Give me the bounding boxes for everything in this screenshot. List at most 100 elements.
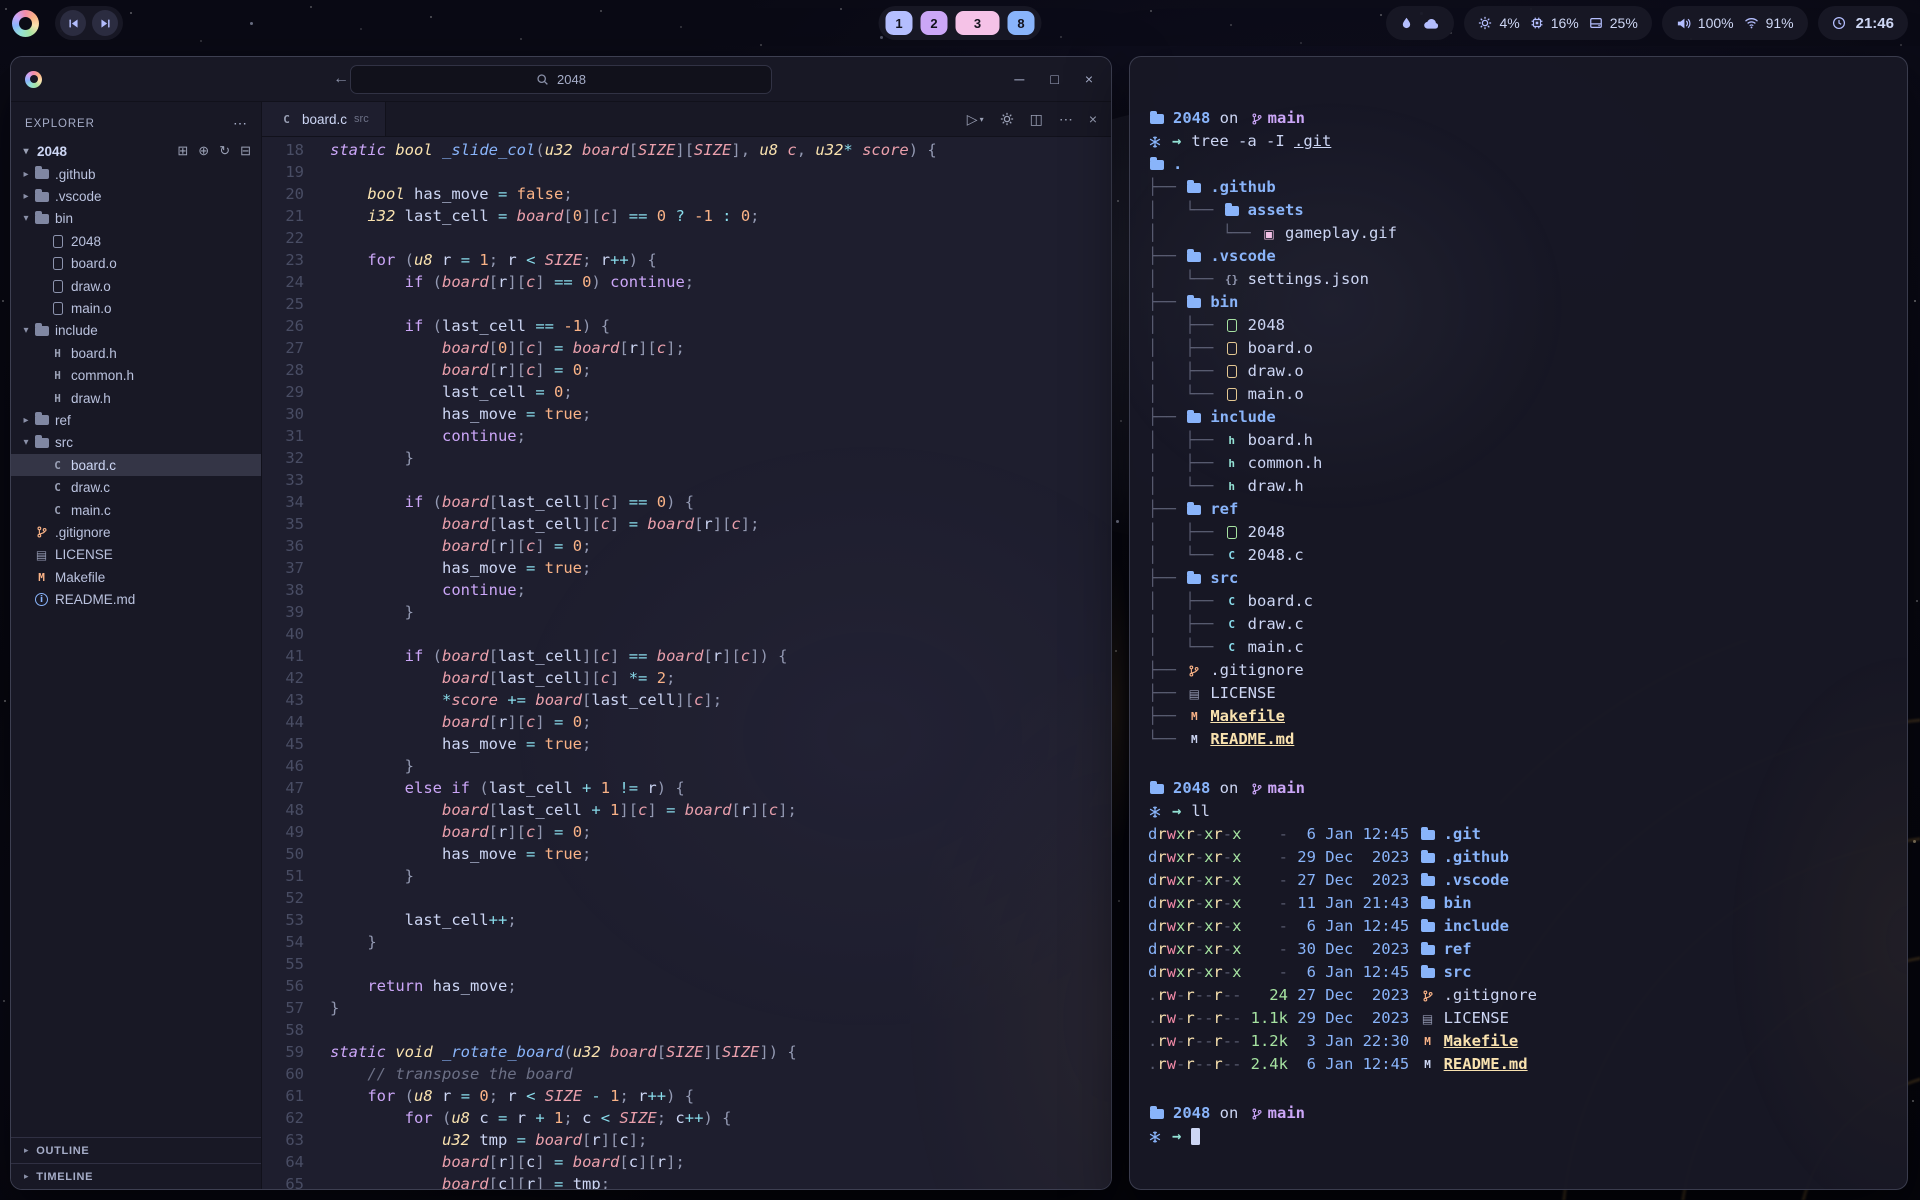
nix-snowflake-icon — [1148, 1130, 1162, 1144]
disk-stat: 25% — [1589, 15, 1638, 31]
run-button[interactable]: ▷▾ — [967, 111, 984, 128]
line-number: 25 — [262, 293, 304, 315]
entry-name: LICENSE — [1210, 682, 1275, 705]
line-number: 40 — [262, 623, 304, 645]
collapse-all-icon[interactable]: ⊟ — [240, 143, 251, 159]
timeline-section[interactable]: ▸ TIMELINE — [11, 1163, 261, 1189]
modified-date: 11 Jan 21:43 — [1297, 892, 1409, 915]
tab-board-c[interactable]: C board.c src — [262, 102, 386, 136]
modified-date: 29 Dec 2023 — [1297, 846, 1409, 869]
settings-gear-icon[interactable] — [1000, 112, 1014, 126]
explorer-item-bin[interactable]: ▾bin — [11, 208, 261, 230]
explorer-item-ref[interactable]: ▸ref — [11, 409, 261, 431]
entry-name: src — [1444, 961, 1472, 984]
tree-row: ├── .github — [1148, 176, 1907, 199]
volume-stat: 100% — [1676, 15, 1734, 31]
command-center-search[interactable]: 2048 — [350, 65, 772, 94]
explorer-item-draw.h[interactable]: Hdraw.h — [11, 387, 261, 409]
permissions: .rw-r--r-- — [1148, 1030, 1241, 1053]
close-editor-icon[interactable]: × — [1089, 111, 1097, 127]
git-branch-icon — [1422, 989, 1434, 1003]
explorer-item-.vscode[interactable]: ▸.vscode — [11, 185, 261, 207]
launcher-icon[interactable] — [12, 10, 39, 37]
explorer-item-main.c[interactable]: Cmain.c — [11, 499, 261, 521]
refresh-icon[interactable]: ↻ — [219, 143, 230, 159]
tree-row: │ └── Cmain.c — [1148, 636, 1907, 659]
workspace-8[interactable]: 8 — [1008, 11, 1035, 35]
chevron-right-icon: ▸ — [24, 1145, 29, 1156]
license-book-icon: ▤ — [1422, 1013, 1433, 1025]
terminal-window[interactable]: 2048 on main→tree -a -I .git.├── .github… — [1129, 56, 1908, 1190]
explorer-item-2048[interactable]: 2048 — [11, 230, 261, 252]
line-number: 57 — [262, 997, 304, 1019]
disk-icon — [1589, 16, 1603, 30]
cpu-value: 4% — [1499, 15, 1519, 31]
permissions: .rw-r--r-- — [1148, 1007, 1241, 1030]
clock-widget[interactable]: 21:46 — [1818, 6, 1908, 40]
line-number: 34 — [262, 491, 304, 513]
more-actions-icon[interactable]: ⋯ — [1059, 111, 1073, 128]
line-number: 42 — [262, 667, 304, 689]
minimize-button[interactable]: ─ — [1014, 71, 1024, 87]
explorer-item-.github[interactable]: ▸.github — [11, 163, 261, 185]
file-name: 2048 — [71, 234, 101, 249]
executable-file-icon — [1227, 319, 1237, 332]
code-line: 56 return has_move; — [262, 975, 1111, 997]
tree-row: │ └── C2048.c — [1148, 544, 1907, 567]
explorer-item-LICENSE[interactable]: ▤LICENSE — [11, 544, 261, 566]
explorer-menu-icon[interactable]: ⋯ — [233, 115, 247, 132]
explorer-item-board.o[interactable]: board.o — [11, 253, 261, 275]
folder-icon — [1421, 945, 1435, 955]
workspace-1[interactable]: 1 — [886, 11, 913, 35]
system-stats-widget[interactable]: 4% 16% 25% — [1464, 6, 1651, 40]
explorer-item-include[interactable]: ▾include — [11, 320, 261, 342]
explorer-item-.gitignore[interactable]: .gitignore — [11, 521, 261, 543]
workspace-3[interactable]: 3 — [956, 11, 1000, 35]
line-number: 29 — [262, 381, 304, 403]
explorer-item-common.h[interactable]: Hcommon.h — [11, 365, 261, 387]
new-folder-icon[interactable]: ⊕ — [198, 143, 209, 159]
line-number: 63 — [262, 1129, 304, 1151]
editor-titlebar[interactable]: ← → 2048 ─□× — [11, 57, 1111, 102]
entry-name: board.h — [1248, 429, 1313, 452]
code-area[interactable]: 18static bool _slide_col(u32 board[SIZE]… — [262, 137, 1111, 1189]
explorer-item-board.h[interactable]: Hboard.h — [11, 342, 261, 364]
modified-date: 6 Jan 12:45 — [1297, 915, 1409, 938]
code-line: 43 *score += board[last_cell][c]; — [262, 689, 1111, 711]
explorer-item-board.c[interactable]: Cboard.c — [11, 454, 261, 476]
tree-row: │ ├── 2048 — [1148, 521, 1907, 544]
maximize-button[interactable]: □ — [1050, 71, 1058, 87]
weather-widget[interactable] — [1386, 6, 1454, 40]
outline-section[interactable]: ▸ OUTLINE — [11, 1137, 261, 1163]
close-button[interactable]: × — [1085, 71, 1093, 87]
line-number: 33 — [262, 469, 304, 491]
entry-name: .git — [1444, 823, 1481, 846]
explorer-item-draw.o[interactable]: draw.o — [11, 275, 261, 297]
explorer-item-src[interactable]: ▾src — [11, 432, 261, 454]
workspace-2[interactable]: 2 — [921, 11, 948, 35]
entry-name: board.o — [1248, 337, 1313, 360]
explorer-item-README.md[interactable]: iREADME.md — [11, 588, 261, 610]
line-number: 46 — [262, 755, 304, 777]
new-file-icon[interactable]: ⊞ — [177, 143, 188, 159]
object-file-icon — [1227, 365, 1237, 378]
folder-icon — [35, 192, 49, 202]
modified-date: 27 Dec 2023 — [1297, 869, 1409, 892]
skip-back-button[interactable] — [60, 10, 86, 36]
line-number: 31 — [262, 425, 304, 447]
explorer-item-draw.c[interactable]: Cdraw.c — [11, 476, 261, 498]
readme-info-icon: i — [35, 593, 48, 606]
volume-network-widget[interactable]: 100% 91% — [1662, 6, 1808, 40]
explorer-item-main.o[interactable]: main.o — [11, 297, 261, 319]
split-editor-icon[interactable]: ◫ — [1030, 111, 1043, 128]
skip-forward-button[interactable] — [92, 10, 118, 36]
explorer-title: EXPLORER — [25, 118, 95, 130]
folder-icon — [1187, 505, 1201, 515]
back-arrow-icon[interactable]: ← — [333, 70, 349, 88]
folder-icon — [1150, 1109, 1164, 1119]
json-braces-icon: {} — [1225, 274, 1238, 285]
folder-icon — [1187, 298, 1201, 308]
tree-row: ├── bin — [1148, 291, 1907, 314]
project-root-row[interactable]: ▾ 2048 ⊞⊕↻⊟ — [11, 139, 261, 163]
explorer-item-Makefile[interactable]: MMakefile — [11, 566, 261, 588]
